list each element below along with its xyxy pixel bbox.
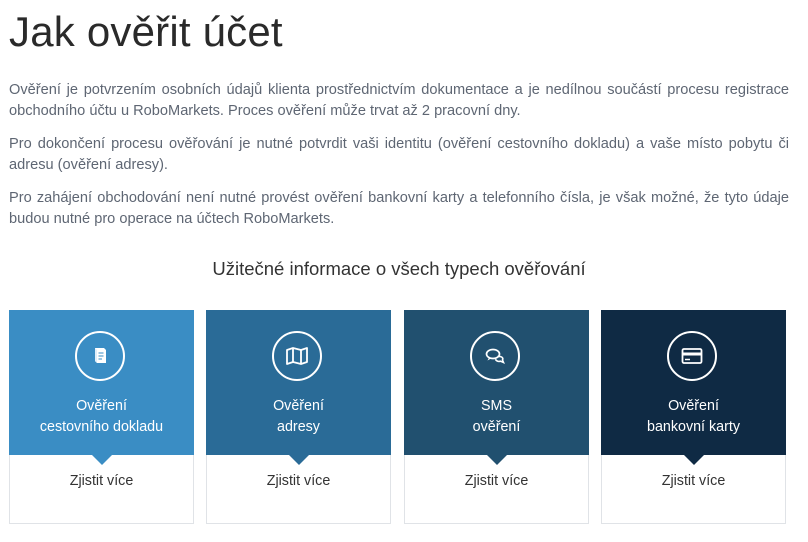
card-label: SMS ověření <box>404 396 589 438</box>
card-address-verification[interactable]: Ověření adresy Zjistit více <box>206 310 391 524</box>
learn-more-link-passport[interactable]: Zjistit více <box>10 471 193 491</box>
card-header: Ověření adresy <box>206 310 391 465</box>
card-label-line1: Ověření <box>76 398 127 414</box>
card-header: Ověření cestovního dokladu <box>9 310 194 465</box>
card-label-line1: SMS <box>481 398 512 414</box>
card-header: SMS ověření <box>404 310 589 465</box>
card-header: Ověření bankovní karty <box>601 310 786 465</box>
card-passport-verification[interactable]: Ověření cestovního dokladu Zjistit více <box>9 310 194 524</box>
card-bank-card-verification[interactable]: Ověření bankovní karty Zjistit více <box>601 310 786 524</box>
card-label-line2: cestovního dokladu <box>39 419 164 435</box>
card-label-line2: ověření <box>472 419 521 435</box>
card-label: Ověření cestovního dokladu <box>9 396 194 438</box>
card-label-line1: Ověření <box>273 398 324 414</box>
chat-icon <box>470 331 520 381</box>
card-label-line1: Ověření <box>668 398 719 414</box>
learn-more-link-address[interactable]: Zjistit více <box>207 471 390 491</box>
identity-paragraph: Pro dokončení procesu ověřování je nutné… <box>9 136 789 173</box>
card-label: Ověření adresy <box>206 396 391 438</box>
map-icon <box>272 331 322 381</box>
card-label-line2: bankovní karty <box>647 419 740 435</box>
page-title: Jak ověřit účet <box>9 8 283 55</box>
passport-icon <box>75 331 125 381</box>
trading-paragraph: Pro zahájení obchodování není nutné prov… <box>9 190 789 227</box>
card-label-line2: adresy <box>277 419 320 435</box>
learn-more-link-sms[interactable]: Zjistit více <box>405 471 588 491</box>
credit-card-icon <box>667 331 717 381</box>
verification-cards: Ověření cestovního dokladu Zjistit více … <box>9 310 789 525</box>
intro-paragraph: Ověření je potvrzením osobních údajů kli… <box>9 82 789 119</box>
card-label: Ověření bankovní karty <box>601 396 786 438</box>
card-sms-verification[interactable]: SMS ověření Zjistit více <box>404 310 589 524</box>
section-subtitle: Užitečné informace o všech typech ověřov… <box>212 258 586 279</box>
learn-more-link-bank-card[interactable]: Zjistit více <box>602 471 785 491</box>
